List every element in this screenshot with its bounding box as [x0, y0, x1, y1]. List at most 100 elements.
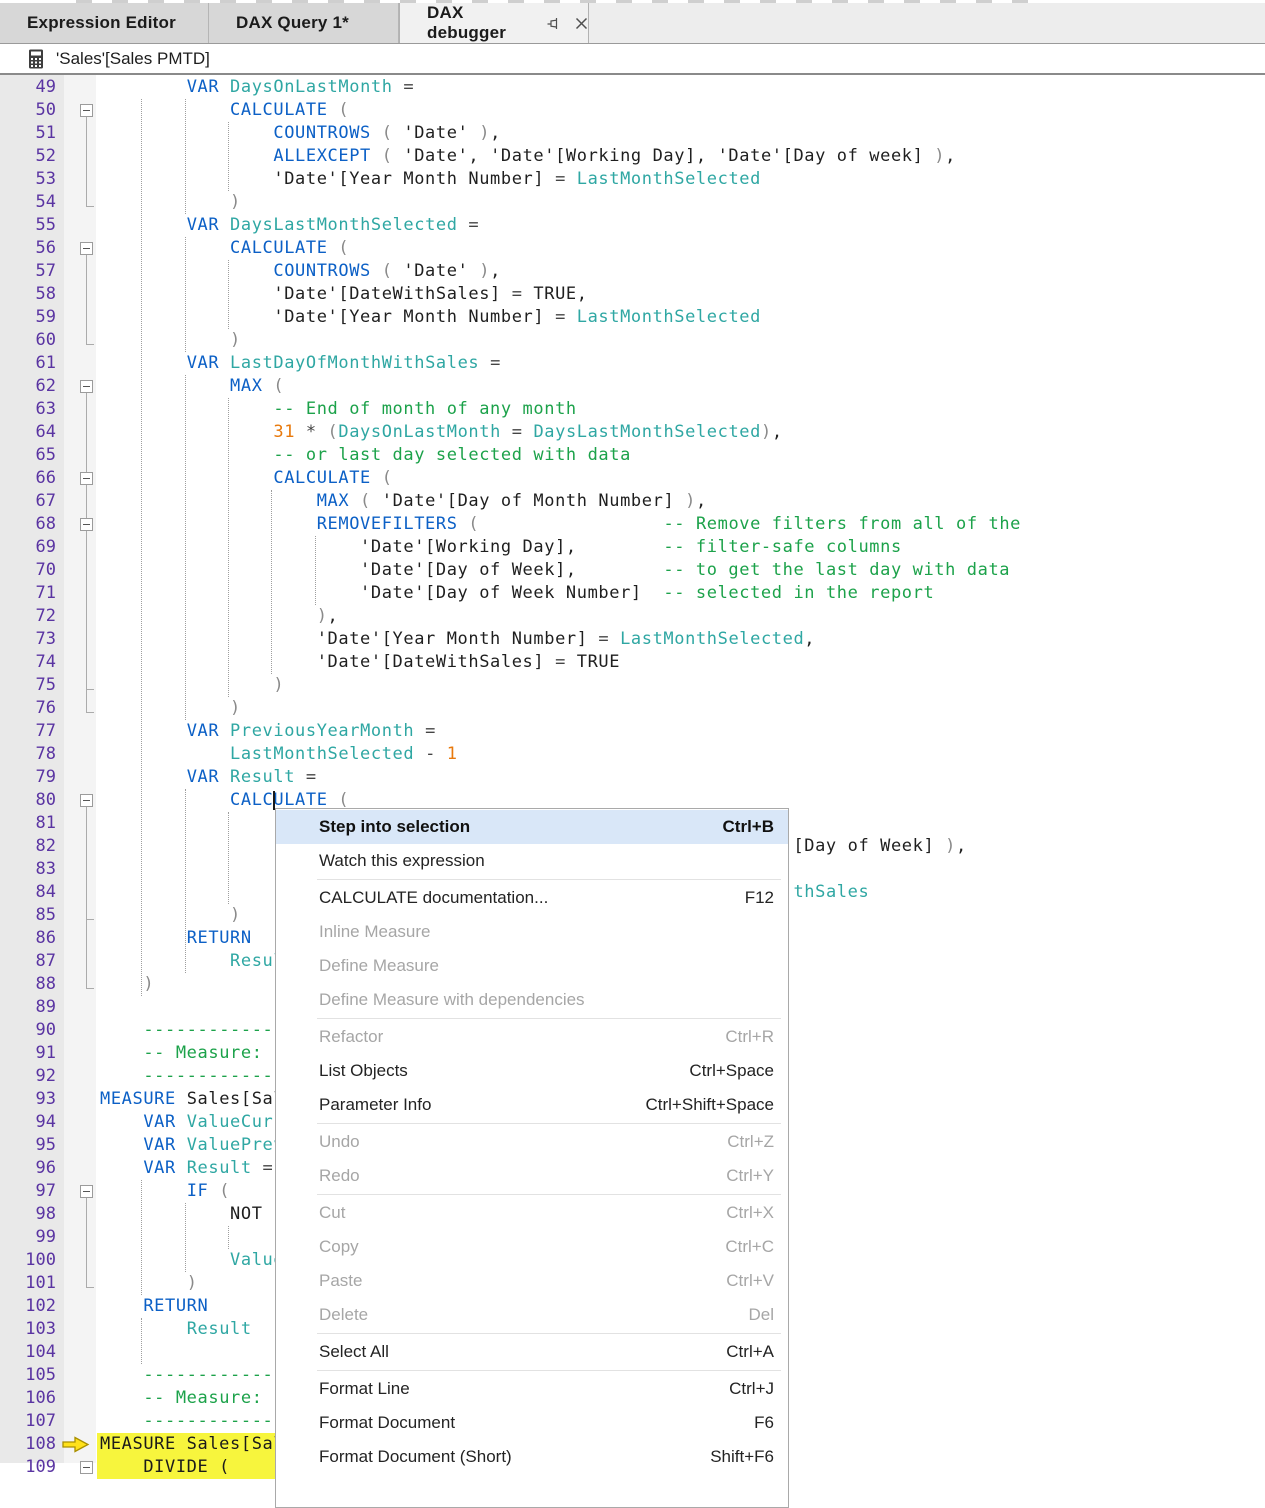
- code-line[interactable]: ): [100, 329, 241, 352]
- code-line[interactable]: Value: [100, 1249, 284, 1272]
- code-line[interactable]: VAR ValuePrevi: [100, 1134, 295, 1157]
- fold-collapse-icon[interactable]: [80, 104, 93, 117]
- menu-item-select-all[interactable]: Select AllCtrl+A: [276, 1335, 788, 1369]
- line-number: 105: [0, 1364, 56, 1387]
- code-line[interactable]: ): [100, 904, 241, 927]
- code-line[interactable]: 'Date'[Day of Week Number] -- selected i…: [100, 582, 934, 605]
- code-line[interactable]: 'Date'[DateWithSales] = TRUE,: [100, 283, 588, 306]
- menu-item-label: Define Measure: [319, 949, 774, 983]
- code-line[interactable]: 'Date'[Year Month Number] = LastMonthSel…: [100, 306, 761, 329]
- code-line[interactable]: VAR ValueCurre: [100, 1111, 295, 1134]
- code-line[interactable]: 'Date'[Day of Week], -- to get the last …: [100, 559, 1010, 582]
- code-line[interactable]: MEASURE Sales[Sale: [100, 1433, 295, 1456]
- code-line[interactable]: LastMonthSelected - 1: [100, 743, 458, 766]
- code-line[interactable]: CALCULATE (: [100, 467, 393, 490]
- line-number: 94: [0, 1111, 56, 1134]
- code-line[interactable]: Result: [100, 950, 295, 973]
- code-line[interactable]: MEASURE Sales[Sale: [100, 1088, 295, 1111]
- code-line[interactable]: ): [100, 674, 284, 697]
- code-line[interactable]: 'Date'[Working Day], -- filter-safe colu…: [100, 536, 902, 559]
- code-folding-column: [64, 75, 96, 1463]
- fold-collapse-icon[interactable]: [80, 380, 93, 393]
- code-line[interactable]: VAR Result =: [100, 1157, 273, 1180]
- code-line[interactable]: ): [100, 973, 154, 996]
- menu-item-shortcut: Shift+F6: [710, 1440, 774, 1474]
- code-line[interactable]: 'Date'[DateWithSales] = TRUE: [100, 651, 620, 674]
- code-line[interactable]: DIVIDE (: [100, 1456, 230, 1479]
- code-line[interactable]: COUNTROWS ( 'Date' ),: [100, 122, 501, 145]
- line-number: 93: [0, 1088, 56, 1111]
- menu-item-label: Refactor: [319, 1020, 725, 1054]
- code-line[interactable]: ): [100, 697, 241, 720]
- fold-scope-line: [86, 255, 87, 344]
- line-number: 73: [0, 628, 56, 651]
- pin-icon[interactable]: [546, 16, 561, 31]
- line-number: 55: [0, 214, 56, 237]
- code-line[interactable]: ): [100, 1272, 198, 1295]
- code-line[interactable]: -- End of month of any month: [100, 398, 577, 421]
- code-line[interactable]: ALLEXCEPT ( 'Date', 'Date'[Working Day],…: [100, 145, 956, 168]
- menu-item-label: List Objects: [319, 1054, 689, 1088]
- code-line[interactable]: CALCULATE (: [100, 237, 349, 260]
- menu-item-parameter-info[interactable]: Parameter InfoCtrl+Shift+Space: [276, 1088, 788, 1122]
- fold-collapse-icon[interactable]: [80, 1185, 93, 1198]
- code-line[interactable]: IF (: [100, 1180, 230, 1203]
- menu-item-format-document-short[interactable]: Format Document (Short)Shift+F6: [276, 1440, 788, 1474]
- close-icon[interactable]: [575, 17, 588, 30]
- code-line[interactable]: REMOVEFILTERS ( -- Remove filters from a…: [100, 513, 1021, 536]
- fold-collapse-icon[interactable]: [80, 242, 93, 255]
- tab-dax-debugger[interactable]: DAX debugger: [399, 3, 589, 43]
- code-line[interactable]: VAR LastDayOfMonthWithSales =: [100, 352, 501, 375]
- code-line[interactable]: VAR PreviousYearMonth =: [100, 720, 436, 743]
- code-line[interactable]: VAR Result =: [100, 766, 317, 789]
- code-line[interactable]: ): [100, 191, 241, 214]
- line-number: 89: [0, 996, 56, 1019]
- tab-dax-query-1[interactable]: DAX Query 1*: [209, 3, 399, 43]
- menu-item-watch-this-expression[interactable]: Watch this expression: [276, 844, 788, 878]
- line-number: 99: [0, 1226, 56, 1249]
- line-number: 97: [0, 1180, 56, 1203]
- code-line[interactable]: 'Date'[Year Month Number] = LastMonthSel…: [100, 628, 815, 651]
- menu-item-shortcut: Ctrl+A: [726, 1335, 774, 1369]
- code-line[interactable]: RETURN: [100, 1295, 208, 1318]
- line-number: 109: [0, 1456, 56, 1479]
- menu-item-shortcut: Ctrl+J: [729, 1372, 774, 1406]
- menu-item-format-document[interactable]: Format DocumentF6: [276, 1406, 788, 1440]
- menu-item-paste: PasteCtrl+V: [276, 1264, 788, 1298]
- code-line[interactable]: CALCULATE (: [100, 99, 349, 122]
- code-line[interactable]: 31 * (DaysOnLastMonth = DaysLastMonthSel…: [100, 421, 783, 444]
- fold-collapse-icon[interactable]: [80, 472, 93, 485]
- code-line[interactable]: -- or last day selected with data: [100, 444, 631, 467]
- code-line[interactable]: Result: [100, 1318, 252, 1341]
- menu-item-calculate-documentation[interactable]: CALCULATE documentation...F12: [276, 881, 788, 915]
- code-line[interactable]: RETURN: [100, 927, 252, 950]
- fold-end-tick: [86, 919, 94, 920]
- line-number: 96: [0, 1157, 56, 1180]
- line-number: 64: [0, 421, 56, 444]
- code-line[interactable]: 'Date'[Year Month Number] = LastMonthSel…: [100, 168, 761, 191]
- menu-item-list-objects[interactable]: List ObjectsCtrl+Space: [276, 1054, 788, 1088]
- menu-item-delete: DeleteDel: [276, 1298, 788, 1332]
- code-line[interactable]: NOT: [100, 1203, 273, 1226]
- code-line[interactable]: ),: [100, 605, 338, 628]
- line-number: 80: [0, 789, 56, 812]
- menu-item-step-into-selection[interactable]: Step into selectionCtrl+B: [276, 810, 788, 844]
- menu-item-label: Copy: [319, 1230, 725, 1264]
- fold-collapse-icon[interactable]: [80, 518, 93, 531]
- line-number: 87: [0, 950, 56, 973]
- tab-label: Expression Editor: [27, 13, 176, 33]
- menu-item-format-line[interactable]: Format LineCtrl+J: [276, 1372, 788, 1406]
- code-line[interactable]: MAX (: [100, 375, 284, 398]
- code-line[interactable]: MAX ( 'Date'[Day of Month Number] ),: [100, 490, 707, 513]
- menu-item-label: Format Line: [319, 1372, 729, 1406]
- line-number: 66: [0, 467, 56, 490]
- tab-expression-editor[interactable]: Expression Editor: [0, 3, 209, 43]
- menu-item-shortcut: F12: [745, 881, 774, 915]
- menu-item-label: Format Document: [319, 1406, 754, 1440]
- code-line[interactable]: VAR DaysLastMonthSelected =: [100, 214, 479, 237]
- menu-item-shortcut: Ctrl+Shift+Space: [645, 1088, 774, 1122]
- code-line[interactable]: VAR DaysOnLastMonth =: [100, 76, 414, 99]
- menu-item-label: Redo: [319, 1159, 726, 1193]
- fold-collapse-icon[interactable]: [80, 794, 93, 807]
- code-line[interactable]: COUNTROWS ( 'Date' ),: [100, 260, 501, 283]
